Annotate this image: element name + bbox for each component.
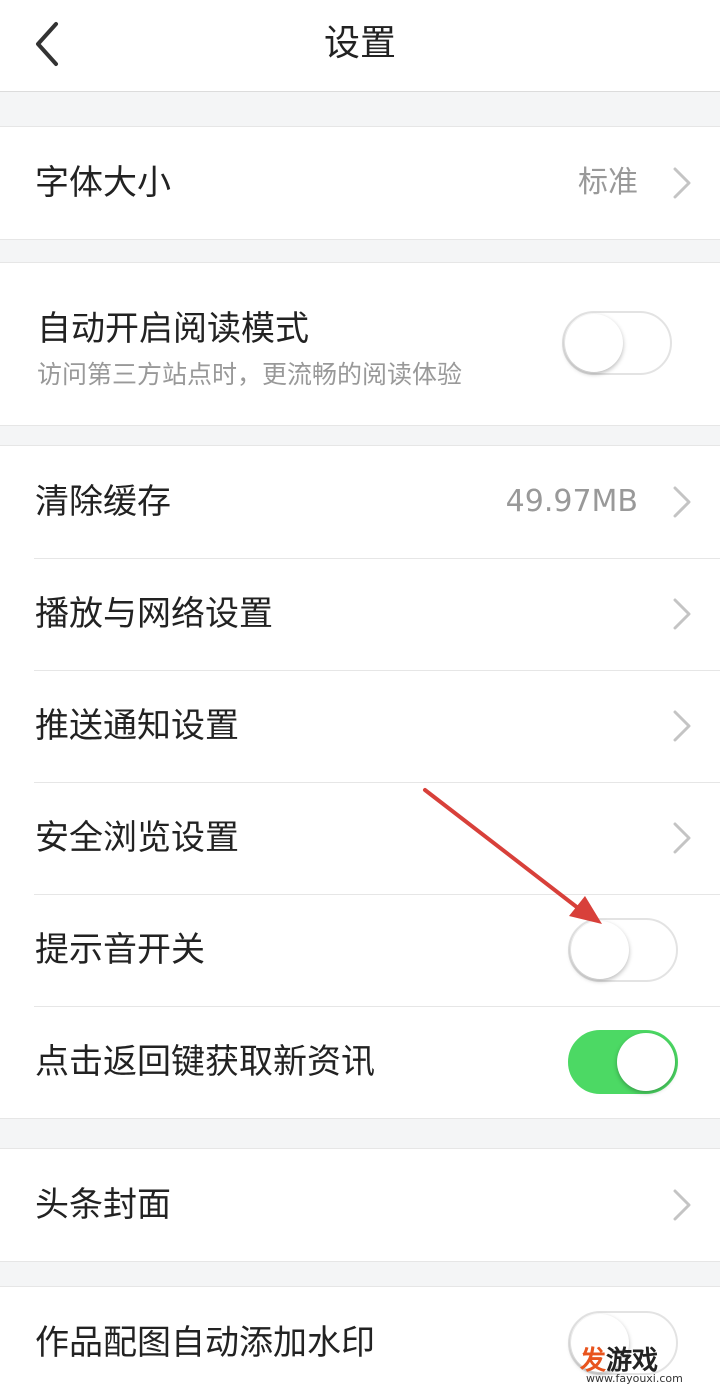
chevron-right-icon <box>672 710 692 742</box>
font-size-row[interactable]: 字体大小 标准 <box>0 127 720 239</box>
sound-switch-label: 提示音开关 <box>35 930 205 970</box>
section-general: 清除缓存 49.97MB 播放与网络设置 推送通知设置 安全浏览设置 提示音开关… <box>0 445 720 1119</box>
toggle-knob <box>565 314 623 372</box>
chevron-right-icon <box>672 1189 692 1221</box>
headline-cover-label: 头条封面 <box>35 1185 171 1225</box>
reading-mode-row: 自动开启阅读模式 访问第三方站点时，更流畅的阅读体验 <box>0 263 720 425</box>
safe-browsing-label: 安全浏览设置 <box>35 818 239 858</box>
headline-cover-row[interactable]: 头条封面 <box>0 1149 720 1261</box>
back-key-refresh-label: 点击返回键获取新资讯 <box>35 1042 375 1082</box>
reading-mode-label: 自动开启阅读模式 <box>37 309 309 349</box>
site-watermark-logo: 发游戏 www.fayouxi.com <box>574 1336 714 1388</box>
clear-cache-label: 清除缓存 <box>35 482 171 522</box>
sound-switch-toggle[interactable] <box>568 918 678 982</box>
reading-mode-description: 访问第三方站点时，更流畅的阅读体验 <box>37 360 463 389</box>
top-bar: 设置 <box>0 0 720 92</box>
chevron-right-icon <box>672 167 692 199</box>
font-size-value: 标准 <box>578 165 638 200</box>
sound-switch-row: 提示音开关 <box>0 894 720 1006</box>
toggle-knob <box>617 1033 675 1091</box>
font-size-label: 字体大小 <box>35 163 171 203</box>
push-notification-row[interactable]: 推送通知设置 <box>0 670 720 782</box>
toggle-knob <box>571 921 629 979</box>
playback-network-label: 播放与网络设置 <box>35 594 273 634</box>
watermark-url: www.fayouxi.com <box>586 1372 683 1385</box>
playback-network-row[interactable]: 播放与网络设置 <box>0 558 720 670</box>
clear-cache-row[interactable]: 清除缓存 49.97MB <box>0 446 720 558</box>
back-key-refresh-row: 点击返回键获取新资讯 <box>0 1006 720 1118</box>
section-font: 字体大小 标准 <box>0 126 720 240</box>
page-title: 设置 <box>323 23 396 64</box>
auto-watermark-label: 作品配图自动添加水印 <box>35 1323 375 1363</box>
chevron-right-icon <box>672 822 692 854</box>
back-key-refresh-toggle[interactable] <box>568 1030 678 1094</box>
reading-mode-toggle[interactable] <box>562 311 672 375</box>
section-cover: 头条封面 <box>0 1148 720 1262</box>
cache-size-value: 49.97MB <box>505 484 638 519</box>
chevron-right-icon <box>672 486 692 518</box>
section-reading: 自动开启阅读模式 访问第三方站点时，更流畅的阅读体验 <box>0 262 720 426</box>
push-notification-label: 推送通知设置 <box>35 706 239 746</box>
chevron-right-icon <box>672 598 692 630</box>
safe-browsing-row[interactable]: 安全浏览设置 <box>0 782 720 894</box>
